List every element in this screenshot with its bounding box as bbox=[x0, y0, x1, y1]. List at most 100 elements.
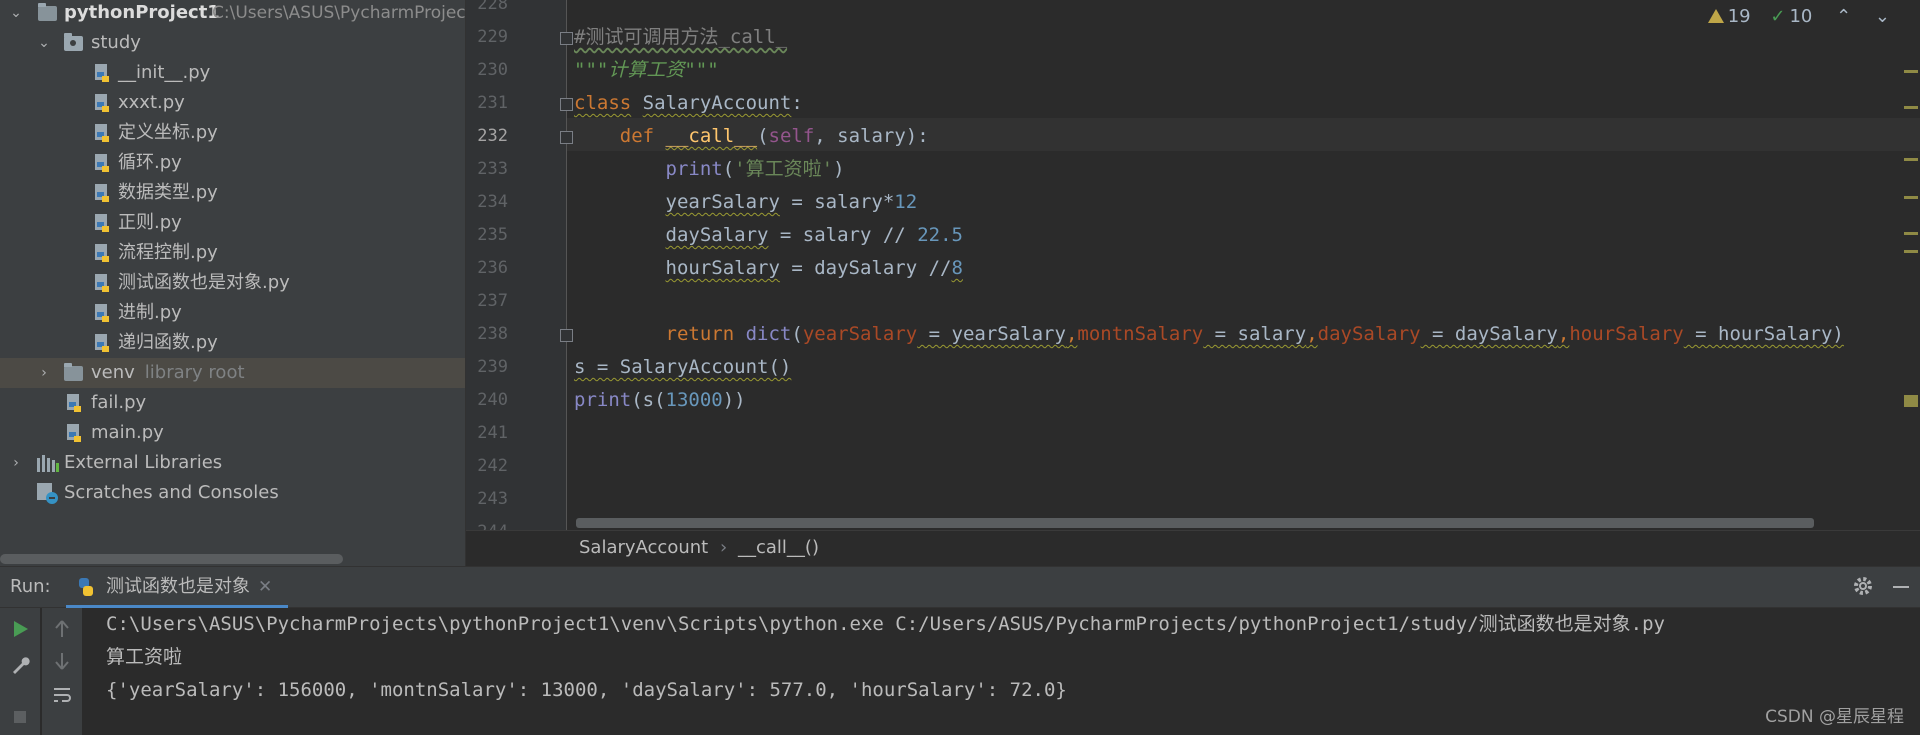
file-label: fail.py bbox=[91, 392, 147, 413]
file-label: __init__.py bbox=[118, 62, 211, 83]
fold-marker-icon[interactable] bbox=[560, 131, 573, 144]
punct: (s( bbox=[631, 389, 666, 411]
code-line-233[interactable]: print('算工资啦') bbox=[574, 153, 845, 186]
stripe-marker[interactable] bbox=[1904, 395, 1918, 407]
chevron-down-icon[interactable]: ⌄ bbox=[8, 0, 24, 28]
stop-icon[interactable] bbox=[9, 706, 31, 728]
tree-item-project-root[interactable]: ⌄ pythonProject1 C:\Users\ASUS\PycharmPr… bbox=[0, 0, 465, 28]
expr: = yearSalary bbox=[917, 323, 1066, 345]
sidebar-horizontal-scrollbar[interactable] bbox=[0, 554, 343, 564]
chevron-right-icon[interactable]: › bbox=[8, 448, 24, 478]
soft-wrap-icon[interactable] bbox=[51, 684, 73, 706]
console-line: C:\Users\ASUS\PycharmProjects\pythonProj… bbox=[106, 613, 1665, 635]
weak-warning-icon: ✓ bbox=[1770, 6, 1786, 27]
file-label: 数据类型.py bbox=[118, 182, 218, 203]
library-icon bbox=[37, 455, 59, 472]
chevron-right-icon[interactable]: › bbox=[36, 358, 52, 388]
wrench-icon[interactable] bbox=[9, 654, 31, 676]
tree-item-venv[interactable]: › venv library root bbox=[0, 358, 465, 388]
editor-horizontal-scrollbar[interactable] bbox=[576, 518, 1814, 528]
kwarg-name: montnSalary bbox=[1077, 323, 1204, 345]
error-stripe[interactable] bbox=[1902, 0, 1920, 530]
chevron-down-icon[interactable]: ⌄ bbox=[36, 28, 52, 58]
close-icon[interactable]: ✕ bbox=[258, 567, 272, 607]
file-label: 正则.py bbox=[118, 212, 182, 233]
punct: ( bbox=[722, 158, 735, 180]
line-number: 242 bbox=[477, 456, 508, 476]
run-tab-label: 测试函数也是对象 bbox=[106, 576, 250, 597]
editor-gutter[interactable]: 228 229 230 231 232 233 234 235 236 237 … bbox=[466, 0, 566, 542]
file-label: 循环.py bbox=[118, 152, 182, 173]
tree-item-file[interactable]: xxxt.py bbox=[0, 88, 465, 118]
tree-item-file[interactable]: __init__.py bbox=[0, 58, 465, 88]
python-file-icon bbox=[95, 244, 109, 262]
code-line-235[interactable]: daySalary = salary // 22.5 bbox=[574, 219, 963, 252]
fold-marker-icon[interactable] bbox=[560, 32, 573, 45]
breadcrumb-item-method[interactable]: __call__() bbox=[738, 537, 819, 558]
tree-item-file[interactable]: 流程控制.py bbox=[0, 238, 465, 268]
punct: )) bbox=[722, 389, 746, 411]
stripe-marker[interactable] bbox=[1904, 158, 1918, 161]
python-file-icon bbox=[95, 184, 109, 202]
kwarg-name: daySalary bbox=[1317, 323, 1421, 345]
stripe-marker[interactable] bbox=[1904, 232, 1918, 235]
breadcrumb-item-class[interactable]: SalaryAccount bbox=[579, 537, 708, 558]
line-number: 243 bbox=[477, 489, 508, 509]
line-number: 233 bbox=[477, 159, 508, 179]
expr: = daySalary // bbox=[779, 257, 952, 279]
code-line-229[interactable]: #测试可调用方法_call_ bbox=[574, 21, 787, 54]
tree-item-file[interactable]: 循环.py bbox=[0, 148, 465, 178]
tree-item-scratches[interactable]: Scratches and Consoles bbox=[0, 478, 465, 508]
line-number: 241 bbox=[477, 423, 508, 443]
tree-item-file[interactable]: 测试函数也是对象.py bbox=[0, 268, 465, 298]
fold-marker-icon[interactable] bbox=[560, 329, 573, 342]
console-line: {'yearSalary': 156000, 'montnSalary': 13… bbox=[106, 679, 1067, 701]
statement: s = SalaryAccount() bbox=[574, 356, 792, 378]
arrow-down-icon[interactable] bbox=[51, 650, 73, 672]
chevron-up-icon[interactable]: ⌃ bbox=[1836, 6, 1851, 27]
keyword: def bbox=[619, 125, 655, 147]
project-path: C:\Users\ASUS\PycharmProjec bbox=[212, 3, 466, 23]
stripe-marker[interactable] bbox=[1904, 250, 1918, 253]
code-line-240[interactable]: print(s(13000)) bbox=[574, 384, 746, 417]
code-line-234[interactable]: yearSalary = salary*12 bbox=[574, 186, 918, 219]
arrow-up-icon[interactable] bbox=[51, 618, 73, 640]
project-name: pythonProject1 bbox=[64, 2, 220, 23]
minimize-icon[interactable] bbox=[1893, 586, 1909, 588]
code-line-236[interactable]: hourSalary = daySalary //8 bbox=[574, 252, 963, 285]
code-line-238[interactable]: return dict(yearSalary = yearSalary,mont… bbox=[574, 318, 1844, 351]
code-line-231[interactable]: class SalaryAccount: bbox=[574, 87, 803, 120]
tree-item-external-libraries[interactable]: › External Libraries bbox=[0, 448, 465, 478]
tree-item-file[interactable]: 定义坐标.py bbox=[0, 118, 465, 148]
tree-item-study[interactable]: ⌄ study bbox=[0, 28, 465, 58]
line-number: 231 bbox=[477, 93, 508, 113]
code-line-232[interactable]: def __call__(self, salary): bbox=[574, 120, 929, 153]
code-line-230[interactable]: """计算工资""" bbox=[574, 54, 719, 87]
python-icon bbox=[79, 578, 93, 596]
run-tab[interactable]: 测试函数也是对象 ✕ bbox=[66, 567, 288, 608]
stripe-marker[interactable] bbox=[1904, 70, 1918, 73]
tree-item-file[interactable]: fail.py bbox=[0, 388, 465, 418]
code-line-239[interactable]: s = SalaryAccount() bbox=[574, 351, 791, 384]
run-header: Run: 测试函数也是对象 ✕ bbox=[0, 567, 1920, 608]
tree-item-file[interactable]: 正则.py bbox=[0, 208, 465, 238]
stripe-marker[interactable] bbox=[1904, 196, 1918, 199]
run-toolbar bbox=[0, 608, 40, 735]
keyword: class bbox=[574, 92, 632, 114]
code-editor[interactable]: 228 229 230 231 232 233 234 235 236 237 … bbox=[466, 0, 1920, 567]
warning-count: 19 bbox=[1727, 6, 1751, 27]
chevron-down-icon[interactable]: ⌄ bbox=[1875, 6, 1890, 27]
tree-item-file[interactable]: 进制.py bbox=[0, 298, 465, 328]
gear-icon[interactable] bbox=[1852, 575, 1874, 597]
punct: ( bbox=[791, 323, 803, 345]
run-tool-window: Run: 测试函数也是对象 ✕ C:\Users\ASUS\PycharmPro… bbox=[0, 566, 1920, 735]
stripe-marker[interactable] bbox=[1904, 106, 1918, 109]
tree-item-file[interactable]: main.py bbox=[0, 418, 465, 448]
fold-marker-icon[interactable] bbox=[560, 98, 573, 111]
line-number: 232 bbox=[477, 126, 508, 146]
run-icon[interactable] bbox=[9, 618, 31, 640]
inspection-widget[interactable]: 19 ✓ 10 ⌃ ⌄ bbox=[1704, 6, 1890, 32]
tree-item-file[interactable]: 递归函数.py bbox=[0, 328, 465, 358]
python-file-icon bbox=[95, 124, 109, 142]
tree-item-file[interactable]: 数据类型.py bbox=[0, 178, 465, 208]
